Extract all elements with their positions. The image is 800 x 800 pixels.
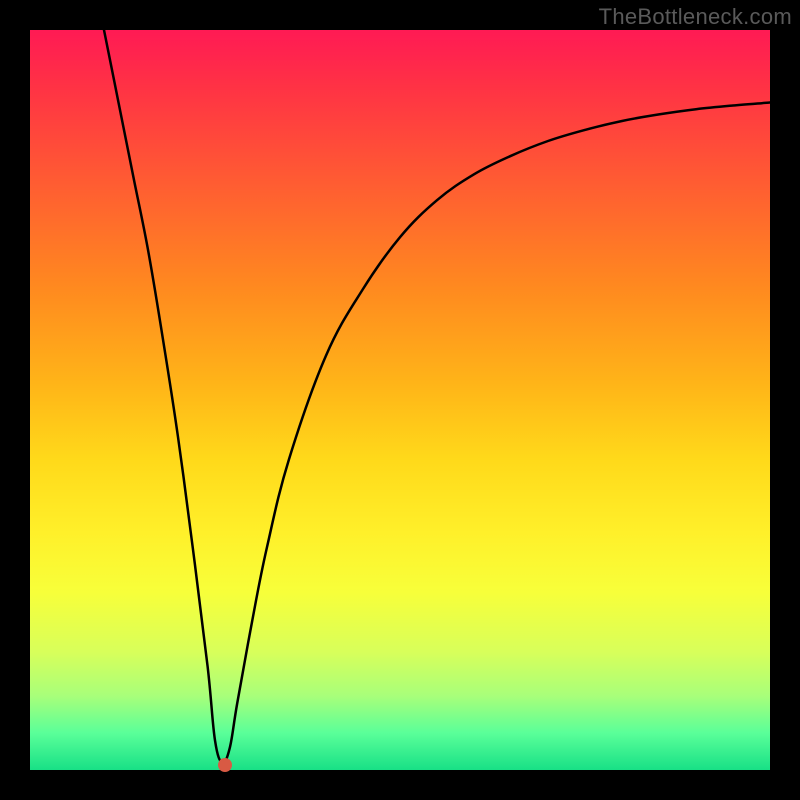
plot-area bbox=[30, 30, 770, 770]
minimum-marker bbox=[218, 758, 232, 772]
chart-frame: TheBottleneck.com bbox=[0, 0, 800, 800]
bottleneck-curve bbox=[30, 30, 770, 770]
watermark-text: TheBottleneck.com bbox=[599, 4, 792, 30]
